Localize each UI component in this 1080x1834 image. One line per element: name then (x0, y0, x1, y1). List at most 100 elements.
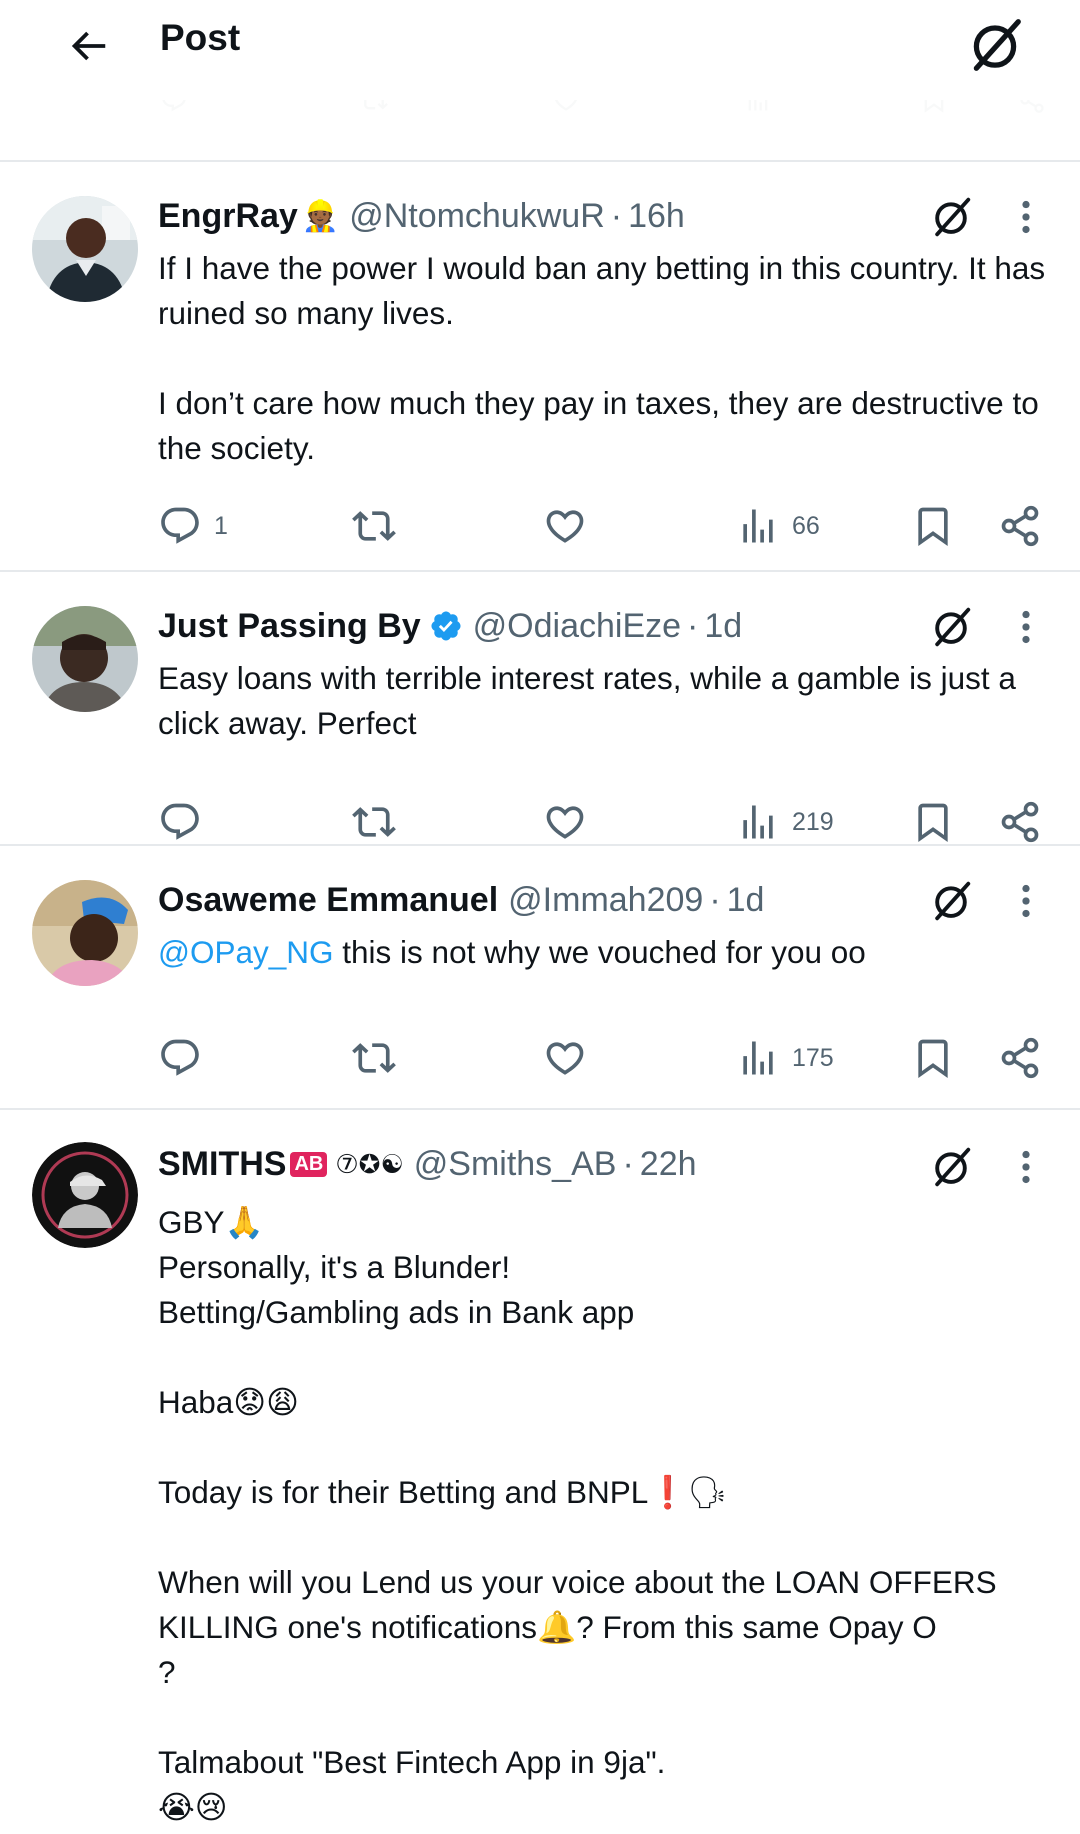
views-button[interactable]: 175 (736, 1030, 834, 1086)
reply-text-rest: this is not why we vouched for you oo (333, 934, 866, 970)
more-options-button[interactable] (1008, 600, 1044, 654)
like-button[interactable] (543, 1030, 587, 1086)
reply-header: Osaweme Emmanuel @Immah209 · 1d (158, 878, 764, 922)
repost-icon (352, 1036, 396, 1080)
grok-button[interactable] (924, 874, 978, 928)
display-name[interactable]: Osaweme Emmanuel (158, 881, 498, 920)
more-icon (1021, 610, 1031, 644)
reply-line: Betting/Gambling ads in Bank app (158, 1294, 635, 1330)
timestamp[interactable]: 1d (727, 881, 765, 920)
reply-button[interactable] (158, 794, 202, 850)
grok-icon (928, 878, 974, 924)
share-icon (998, 504, 1042, 548)
bookmark-button[interactable] (911, 794, 955, 850)
ab-badge: AB (290, 1151, 328, 1177)
reply-line (158, 1335, 1058, 1380)
mention-link[interactable]: @OPay_NG (158, 934, 334, 970)
reply-line (158, 1695, 1058, 1740)
more-options-button[interactable] (1008, 874, 1044, 928)
user-handle[interactable]: @Smiths_AB (414, 1145, 617, 1184)
views-button[interactable]: 219 (736, 794, 834, 850)
reply-line: Haba😟😩 (158, 1384, 299, 1420)
display-name[interactable]: EngrRay (158, 197, 298, 236)
reply-button[interactable]: 1 (158, 498, 228, 554)
divider (0, 844, 1080, 846)
reply-line: When will you Lend us your voice about t… (158, 1564, 1006, 1645)
avatar[interactable] (32, 196, 138, 302)
like-button[interactable] (543, 498, 587, 554)
user-handle[interactable]: @NtomchukwuR (349, 197, 605, 236)
share-icon (998, 800, 1042, 844)
timestamp[interactable]: 22h (640, 1145, 697, 1184)
timestamp[interactable]: 1d (704, 607, 742, 646)
views-icon (736, 1036, 780, 1080)
reply-text: If I have the power I would ban any bett… (158, 246, 1058, 471)
more-options-button[interactable] (1008, 190, 1044, 244)
construction-worker-emoji: 👷🏾 (301, 199, 340, 233)
reply-text-content: If I have the power I would ban any bett… (158, 250, 1046, 466)
like-icon (543, 800, 587, 844)
grok-icon (928, 604, 974, 650)
bookmark-button[interactable] (911, 1030, 955, 1086)
share-icon (998, 1036, 1042, 1080)
views-icon (736, 504, 780, 548)
grok-button[interactable] (924, 1140, 978, 1194)
reply-header: SMITHS AB ⑦✪☯ @Smiths_AB · 22h (158, 1142, 697, 1186)
grok-button[interactable] (924, 600, 978, 654)
reply-line: Talmabout "Best Fintech App in 9ja". (158, 1744, 666, 1780)
divider (0, 160, 1080, 162)
more-options-button[interactable] (1008, 1140, 1044, 1194)
reply-line: Today is for their Betting and BNPL❗🗣 (158, 1474, 728, 1510)
user-handle[interactable]: @OdiachiEze (473, 607, 681, 646)
display-name[interactable]: SMITHS (158, 1145, 286, 1184)
reply-line (158, 1515, 1058, 1560)
reply-line: Personally, it's a Blunder! (158, 1249, 511, 1285)
back-button[interactable] (56, 14, 120, 78)
grok-button[interactable] (924, 190, 978, 244)
views-icon (736, 800, 780, 844)
share-button[interactable] (998, 794, 1042, 850)
share-button[interactable] (998, 1030, 1042, 1086)
separator-dot: · (610, 196, 623, 235)
display-name[interactable]: Just Passing By (158, 607, 421, 646)
like-icon (543, 504, 587, 548)
separator-dot: · (709, 880, 721, 919)
reply-header: Just Passing By @OdiachiEze · 1d (158, 604, 742, 648)
repost-button[interactable] (352, 794, 396, 850)
reply-line: 😭😢 (158, 1789, 228, 1825)
share-button[interactable] (998, 498, 1042, 554)
reply-line: ? (158, 1654, 176, 1690)
reply-icon (158, 504, 202, 548)
avatar[interactable] (32, 606, 138, 712)
repost-icon (352, 800, 396, 844)
repost-button[interactable] (352, 1030, 396, 1086)
avatar[interactable] (32, 1142, 138, 1248)
timestamp[interactable]: 16h (628, 197, 685, 236)
reply-header: EngrRay 👷🏾 @NtomchukwuR · 16h (158, 194, 685, 238)
bookmark-button[interactable] (911, 498, 955, 554)
user-handle[interactable]: @Immah209 (508, 881, 703, 920)
reply-line: GBY🙏 (158, 1204, 264, 1240)
avatar[interactable] (32, 880, 138, 986)
repost-button[interactable] (352, 498, 396, 554)
action-bar: 219 (0, 794, 1080, 850)
reply-text: GBY🙏 Personally, it's a Blunder! Betting… (158, 1200, 1058, 1830)
reply-text: @OPay_NG this is not why we vouched for … (158, 930, 1058, 975)
view-count: 219 (792, 807, 834, 836)
grok-button[interactable] (960, 10, 1030, 80)
bookmark-icon (911, 1036, 955, 1080)
views-button[interactable]: 66 (736, 498, 820, 554)
reply-button[interactable] (158, 1030, 202, 1086)
divider (0, 1108, 1080, 1110)
back-arrow-icon (71, 31, 106, 61)
like-button[interactable] (543, 794, 587, 850)
view-count: 66 (792, 511, 820, 540)
action-bar: 175 (0, 1030, 1080, 1086)
bookmark-icon (911, 800, 955, 844)
more-icon (1021, 200, 1031, 234)
reply-text-content: Easy loans with terrible interest rates,… (158, 660, 1025, 741)
view-count: 175 (792, 1043, 834, 1072)
badge-symbols-emoji: ⑦✪☯ (335, 1148, 404, 1179)
action-bar: 1 66 (0, 498, 1080, 554)
top-bar: Post (0, 0, 1080, 118)
